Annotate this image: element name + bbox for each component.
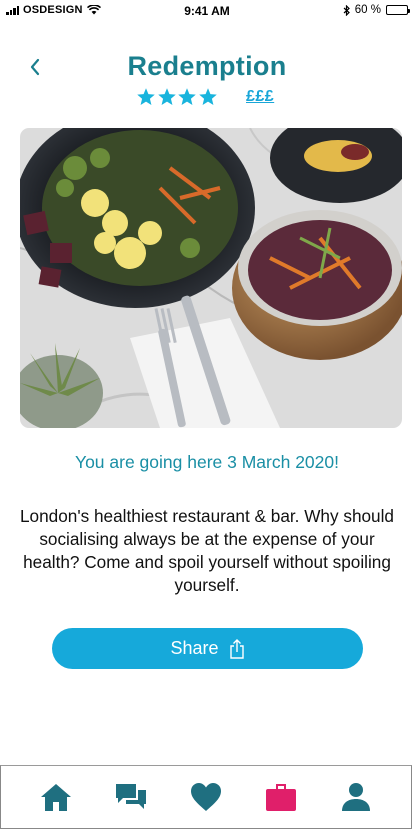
status-right: 60 %: [343, 4, 410, 16]
rating-row: £££: [136, 87, 274, 107]
heart-icon: [190, 783, 221, 811]
star-rating: [136, 87, 218, 107]
bluetooth-icon: [343, 4, 350, 16]
star-icon: [157, 88, 176, 105]
chat-icon: [116, 784, 147, 809]
person-icon: [341, 783, 370, 811]
share-button[interactable]: Share: [52, 628, 363, 669]
battery-icon: [386, 5, 410, 15]
tab-favorites[interactable]: [186, 777, 226, 817]
star-icon: [198, 88, 217, 105]
visit-date-message: You are going here 3 March 2020!: [75, 452, 339, 472]
share-button-label: Share: [170, 638, 219, 658]
home-icon: [41, 784, 72, 811]
battery-percentage: 60 %: [354, 4, 381, 16]
restaurant-photo: [20, 128, 402, 428]
briefcase-icon: [265, 784, 296, 811]
page-title: Redemption: [127, 51, 287, 81]
tab-bar: [0, 765, 412, 829]
star-icon: [178, 88, 196, 105]
star-icon: [137, 88, 155, 105]
status-bar: OSDESIGN 9:41 AM 60 %: [0, 0, 414, 22]
share-icon: [229, 638, 244, 659]
tab-home[interactable]: [36, 777, 76, 817]
tab-profile[interactable]: [336, 777, 376, 817]
tab-bookings[interactable]: [261, 777, 301, 817]
restaurant-description: London's healthiest restaurant & bar. Wh…: [20, 506, 394, 595]
price-level[interactable]: £££: [246, 88, 274, 106]
tab-messages[interactable]: [111, 777, 151, 817]
